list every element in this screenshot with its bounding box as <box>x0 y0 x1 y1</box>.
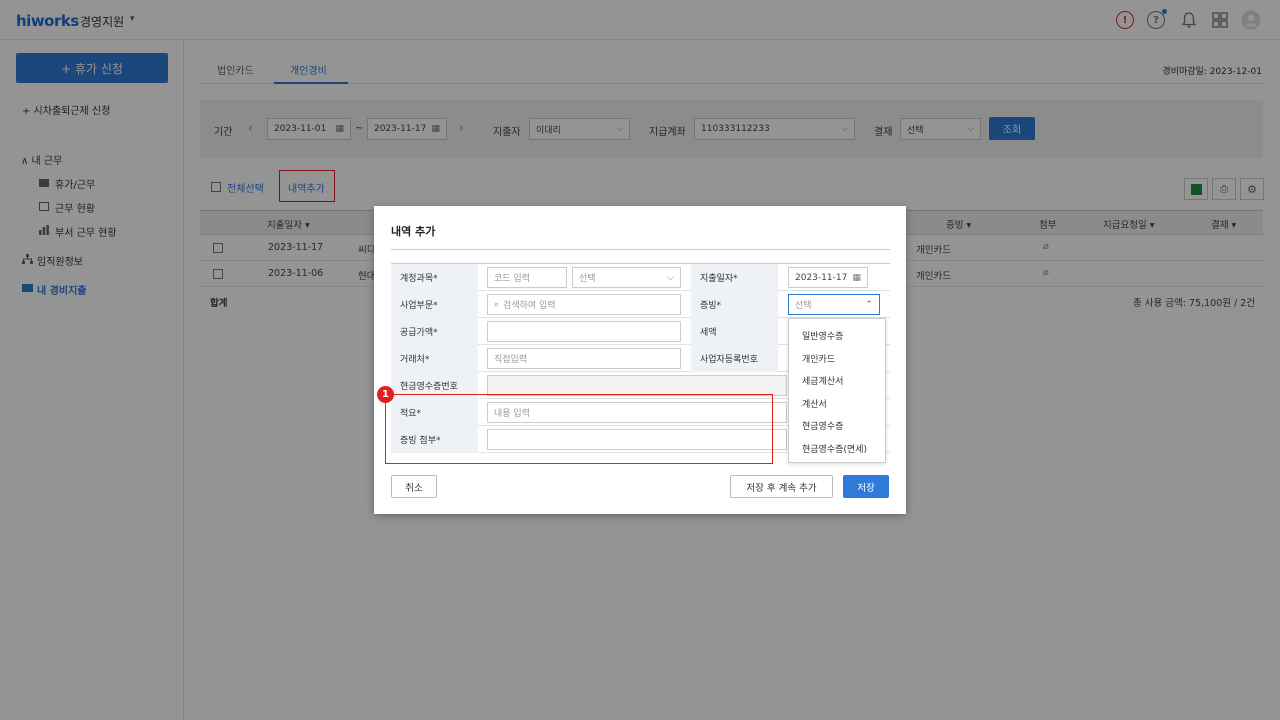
business-search-input[interactable]: ⌕ 검색하여 입력 <box>487 294 681 315</box>
biz-no-field-label: 사업자등록번호 <box>691 345 778 372</box>
tax-field-label: 세액 <box>691 318 778 345</box>
modal-title: 내역 추가 <box>391 225 436 238</box>
proof-select[interactable]: 선택 ⌃ <box>788 294 880 315</box>
cash-receipt-input <box>487 375 787 396</box>
save-button[interactable]: 저장 <box>843 475 889 498</box>
proof-field-label: 증빙* <box>691 291 778 318</box>
proof-dropdown: 일반영수증 개인카드 세금계산서 계산서 현금영수증 현금영수증(면세) <box>788 318 886 463</box>
account-select[interactable]: 선택 ⌵ <box>572 267 681 288</box>
account-field-label: 계정과목* <box>391 264 478 291</box>
calendar-icon: ▦ <box>852 272 861 283</box>
supply-field-label: 공급가액* <box>391 318 478 345</box>
business-field-label: 사업부문* <box>391 291 478 318</box>
cancel-button[interactable]: 취소 <box>391 475 437 498</box>
vendor-input[interactable]: 직접입력 <box>487 348 681 369</box>
highlight-summary-attach <box>385 394 773 464</box>
supply-amount-input[interactable] <box>487 321 681 342</box>
dropdown-option[interactable]: 일반영수증 <box>802 329 843 342</box>
spend-date-input[interactable]: 2023-11-17 ▦ <box>788 267 868 288</box>
save-continue-button[interactable]: 저장 후 계속 추가 <box>730 475 833 498</box>
spend-date-label: 지출일자* <box>691 264 778 291</box>
dropdown-option[interactable]: 세금계산서 <box>802 374 843 387</box>
dropdown-option[interactable]: 개인카드 <box>802 352 835 365</box>
chevron-up-icon: ⌃ <box>865 299 873 310</box>
dropdown-option[interactable]: 현금영수증 <box>802 419 843 432</box>
dropdown-option[interactable]: 현금영수증(면세) <box>802 442 867 455</box>
vendor-field-label: 거래처* <box>391 345 478 372</box>
code-input[interactable]: 코드 입력 <box>487 267 567 288</box>
modal-divider <box>391 249 890 250</box>
chevron-down-icon: ⌵ <box>667 272 674 283</box>
search-icon: ⌕ <box>494 299 500 310</box>
dropdown-option[interactable]: 계산서 <box>802 397 827 410</box>
step-badge: 1 <box>377 386 394 403</box>
